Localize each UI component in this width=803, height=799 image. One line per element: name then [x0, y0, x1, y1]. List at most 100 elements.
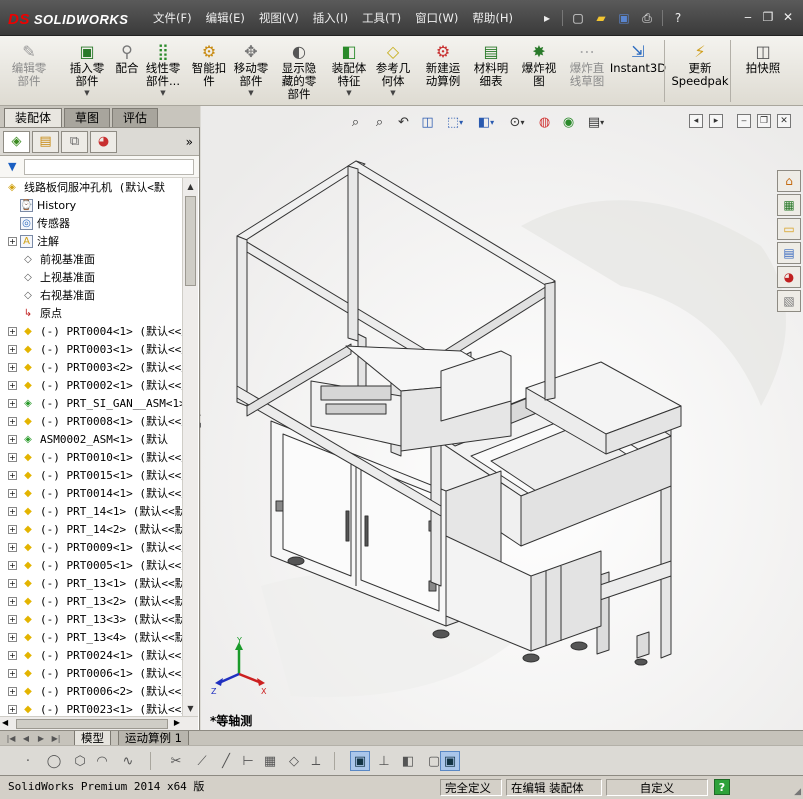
menu-item-2[interactable]: 视图(V) — [254, 9, 304, 27]
display-style-icon[interactable]: ◧ ▾ — [472, 112, 500, 132]
dropdown-arrow-icon[interactable]: ▼ — [248, 89, 253, 97]
home-icon[interactable]: ⌂ — [777, 170, 801, 192]
tree-item[interactable]: + ◆ (-) PRT0014<1> (默认<<默 — [0, 484, 182, 502]
tree-item[interactable]: ↳ 原点 — [0, 304, 182, 322]
view-cube-icon[interactable]: ▣ — [440, 751, 460, 771]
expand-toggle-icon[interactable]: + — [8, 236, 17, 246]
view-3d-icon[interactable]: ◧ — [398, 751, 418, 771]
restore-button[interactable]: ❐ — [759, 8, 777, 26]
menu-item-4[interactable]: 工具(T) — [357, 9, 406, 27]
view-palette-icon[interactable]: ▤ — [777, 242, 801, 264]
minimize-button[interactable]: ‒ — [739, 8, 757, 26]
expand-toggle-icon[interactable]: + — [8, 344, 17, 354]
expand-toggle-icon[interactable]: + — [8, 668, 17, 678]
expand-toggle-icon[interactable]: + — [8, 578, 17, 588]
cmd-button-0[interactable]: ✎ 编辑零 部件 — [0, 40, 58, 88]
expand-toggle-icon[interactable]: + — [8, 632, 17, 642]
dropdown-arrow-icon[interactable]: ▼ — [390, 89, 395, 97]
tab-model[interactable]: 模型 — [74, 731, 111, 746]
expand-toggle-icon[interactable]: + — [8, 380, 17, 390]
zoom-area-icon[interactable]: ⌕ — [369, 112, 390, 132]
cmd-tab-2[interactable]: 评估 — [112, 108, 159, 127]
expand-toggle-icon[interactable]: + — [8, 470, 17, 480]
tree-item[interactable]: + ◆ (-) PRT_14<2> (默认<<默 — [0, 520, 182, 538]
scrollbar-thumb[interactable] — [185, 196, 196, 286]
tree-item[interactable]: + ◆ (-) PRT_13<1> (默认<<默 — [0, 574, 182, 592]
display-manager-icon[interactable]: ◕ — [90, 130, 117, 153]
tree-item[interactable]: + ◆ (-) PRT0005<1> (默认<<默 — [0, 556, 182, 574]
polygon-icon[interactable]: ⬡ — [70, 751, 90, 771]
scroll-right-icon[interactable]: ▶ — [174, 718, 180, 727]
tree-filter-input[interactable] — [24, 158, 195, 175]
design-library-icon[interactable]: ▦ — [777, 194, 801, 216]
offset-icon[interactable]: ⟋ — [192, 751, 212, 771]
tree-vertical-scrollbar[interactable]: ▲ ▼ — [182, 178, 198, 716]
next-tab-icon[interactable]: ▶ — [34, 732, 48, 744]
tree-item[interactable]: + ◆ (-) PRT0010<1> (默认<<默 — [0, 448, 182, 466]
dropdown-arrow-icon[interactable]: ▼ — [346, 89, 351, 97]
configuration-manager-icon[interactable]: ⧉ — [61, 130, 88, 153]
tree-item[interactable]: ◇ 上视基准面 — [0, 268, 182, 286]
custom-properties-icon[interactable]: ▧ — [777, 290, 801, 312]
menu-item-6[interactable]: 帮助(H) — [467, 9, 518, 27]
display-icon[interactable]: ▣ — [350, 751, 370, 771]
tree-item[interactable]: + ◆ (-) PRT_13<3> (默认<<默 — [0, 610, 182, 628]
tree-item[interactable]: + A 注解 — [0, 232, 182, 250]
spline-icon[interactable]: ∿ — [118, 751, 138, 771]
tree-item[interactable]: + ◆ (-) PRT0024<1> (默认<<默 — [0, 646, 182, 664]
viewport-close-icon[interactable]: ✕ — [777, 114, 791, 128]
previous-view-icon[interactable]: ↶ — [393, 112, 414, 132]
view-orient-icon[interactable]: ⊥ — [374, 751, 394, 771]
cmd-button-13[interactable]: ⇲ Instant3D — [608, 40, 668, 75]
expand-toggle-icon[interactable]: + — [8, 524, 17, 534]
last-tab-icon[interactable]: ▶| — [49, 732, 63, 744]
help-icon[interactable]: ? — [714, 779, 730, 795]
cmd-tab-1[interactable]: 草图 — [64, 108, 111, 127]
appearances-icon[interactable]: ◕ — [777, 266, 801, 288]
tree-item[interactable]: + ◆ (-) PRT0002<1> (默认<<默 — [0, 376, 182, 394]
cmd-tab-0[interactable]: 装配体 — [4, 108, 63, 127]
property-manager-icon[interactable]: ▤ — [32, 130, 59, 153]
zoom-to-fit-icon[interactable]: ⌕ — [345, 112, 366, 132]
new-document-icon[interactable]: ▢ — [568, 8, 588, 28]
plane-icon[interactable]: ◇ — [284, 751, 304, 771]
viewport-minimize-icon[interactable]: ‒ — [737, 114, 751, 128]
tree-item[interactable]: + ◆ (-) PRT0023<1> (默认<<默 — [0, 700, 182, 716]
expand-toggle-icon[interactable]: + — [8, 488, 17, 498]
line-icon[interactable]: ╱ — [216, 751, 236, 771]
dimension-icon[interactable]: ⊢ — [238, 751, 258, 771]
scroll-left-icon[interactable]: ◀ — [2, 718, 8, 727]
tree-item[interactable]: ◇ 前视基准面 — [0, 250, 182, 268]
dropdown-arrow-icon[interactable]: ▼ — [160, 89, 165, 97]
tree-horizontal-scrollbar[interactable]: ◀ ▶ — [0, 716, 198, 730]
dropdown-arrow-icon[interactable]: ▼ — [84, 89, 89, 97]
dropdown-arrow-icon[interactable]: ▾ — [520, 118, 524, 127]
scrollbar-thumb[interactable] — [16, 719, 168, 729]
tree-item[interactable]: + ◆ (-) PRT_14<1> (默认<<默 — [0, 502, 182, 520]
scroll-up-icon[interactable]: ▲ — [183, 178, 198, 194]
expand-toggle-icon[interactable]: + — [8, 650, 17, 660]
save-icon[interactable]: ▣ — [614, 8, 634, 28]
section-view-icon[interactable]: ◫ — [417, 112, 438, 132]
grid-icon[interactable]: ▦ — [260, 751, 280, 771]
cmd-button-15[interactable]: ◫ 拍快照 — [734, 40, 792, 75]
relations-icon[interactable]: ⟂ — [306, 751, 326, 771]
dropdown-arrow-icon[interactable]: ▾ — [490, 118, 494, 127]
apply-scene-icon[interactable]: ◉ — [558, 112, 579, 132]
view-settings-icon[interactable]: ▤ ▾ — [582, 112, 610, 132]
circle-icon[interactable]: ◯ — [44, 751, 64, 771]
viewport-prev-icon[interactable]: ◂ — [689, 114, 703, 128]
tree-item[interactable]: + ◆ (-) PRT0003<2> (默认<<默 — [0, 358, 182, 376]
graphics-area[interactable]: ⌕ ⌕ ↶ ◫ ⬚ ▾ ◧ ▾ ⊙ ▾ ◍ ◉ ▤ ▾ ◂ ▸ ‒ ❐ ✕ ⌂ ▦ ▭ ▤ ◕ ▧ Y X… — [201, 106, 803, 732]
viewport-restore-icon[interactable]: ❐ — [757, 114, 771, 128]
view-orientation-icon[interactable]: ⬚ ▾ — [441, 112, 469, 132]
resize-grip-icon[interactable]: ◢ — [794, 787, 801, 797]
tree-item[interactable]: + ◈ (-) PRT_SI_GAN__ASM<1> — [0, 394, 182, 412]
close-button[interactable]: ✕ — [779, 8, 797, 26]
tree-item[interactable]: ◎ 传感器 — [0, 214, 182, 232]
tree-item[interactable]: + ◆ (-) PRT_13<2> (默认<<默 — [0, 592, 182, 610]
viewport-next-icon[interactable]: ▸ — [709, 114, 723, 128]
first-tab-icon[interactable]: |◀ — [4, 732, 18, 744]
dropdown-arrow-icon[interactable]: ▾ — [459, 118, 463, 127]
expand-toggle-icon[interactable]: + — [8, 362, 17, 372]
